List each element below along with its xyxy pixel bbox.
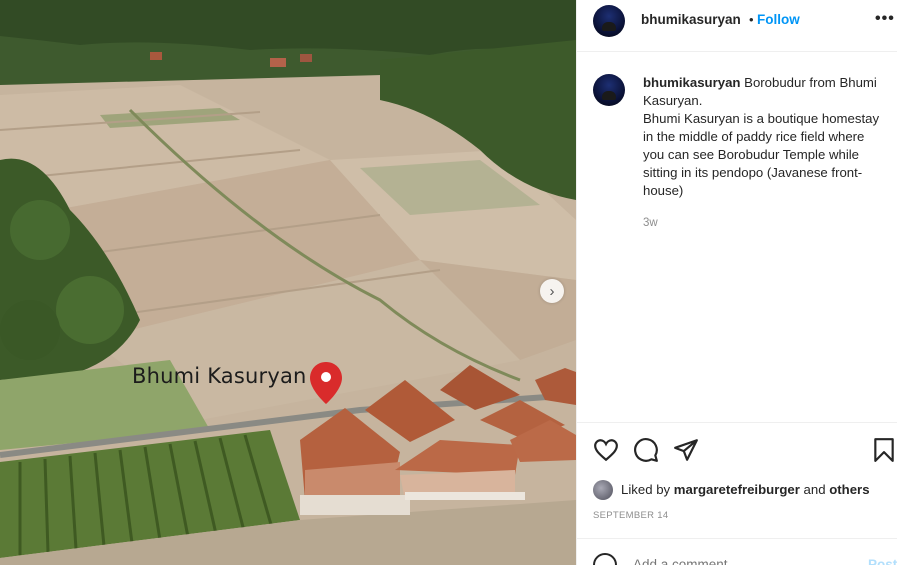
post-comment-button[interactable]: Post xyxy=(868,557,897,565)
follow-button[interactable]: Follow xyxy=(757,12,800,27)
comment-input[interactable] xyxy=(633,557,833,565)
likes-prefix: Liked by xyxy=(621,482,671,497)
likes-others-link[interactable]: others xyxy=(829,482,869,497)
caption-text: Borobudur from Bhumi Kasuryan. Bhumi Kas… xyxy=(643,75,880,198)
likes-summary: Liked by margaretefreiburger and others xyxy=(593,478,893,500)
aerial-photo xyxy=(0,0,576,565)
action-bar xyxy=(577,422,897,474)
header-separator: • xyxy=(749,12,754,27)
header-username[interactable]: bhumikasuryan xyxy=(641,12,741,27)
image-overlay-label: Bhumi Kasuryan xyxy=(132,364,307,388)
emoji-icon[interactable] xyxy=(593,553,617,565)
post-side-panel: bhumikasuryan • Follow ••• bhumikasuryan… xyxy=(576,0,897,565)
likes-conjunction: and xyxy=(803,482,826,497)
post-time[interactable]: 3w xyxy=(643,217,658,229)
send-icon[interactable] xyxy=(673,437,699,463)
liker-username[interactable]: margaretefreiburger xyxy=(674,482,800,497)
caption-username[interactable]: bhumikasuryan xyxy=(643,75,740,90)
comment-icon[interactable] xyxy=(633,437,659,463)
bookmark-icon[interactable] xyxy=(871,437,897,463)
chevron-right-icon: › xyxy=(549,282,555,300)
avatar[interactable] xyxy=(593,5,625,37)
heart-icon[interactable] xyxy=(593,437,619,463)
more-horizontal-icon[interactable]: ••• xyxy=(875,10,895,28)
post-header: bhumikasuryan • Follow ••• xyxy=(577,0,897,52)
post-date: SEPTEMBER 14 xyxy=(593,510,669,521)
comment-bar: Post xyxy=(577,538,897,565)
post-image[interactable]: Bhumi Kasuryan › xyxy=(0,0,576,565)
caption: bhumikasuryan Borobudur from Bhumi Kasur… xyxy=(643,74,889,200)
next-image-button[interactable]: › xyxy=(540,279,564,303)
caption-avatar[interactable] xyxy=(593,74,625,106)
liker-avatar[interactable] xyxy=(593,480,613,500)
likes-text: Liked by margaretefreiburger and others xyxy=(621,482,870,497)
